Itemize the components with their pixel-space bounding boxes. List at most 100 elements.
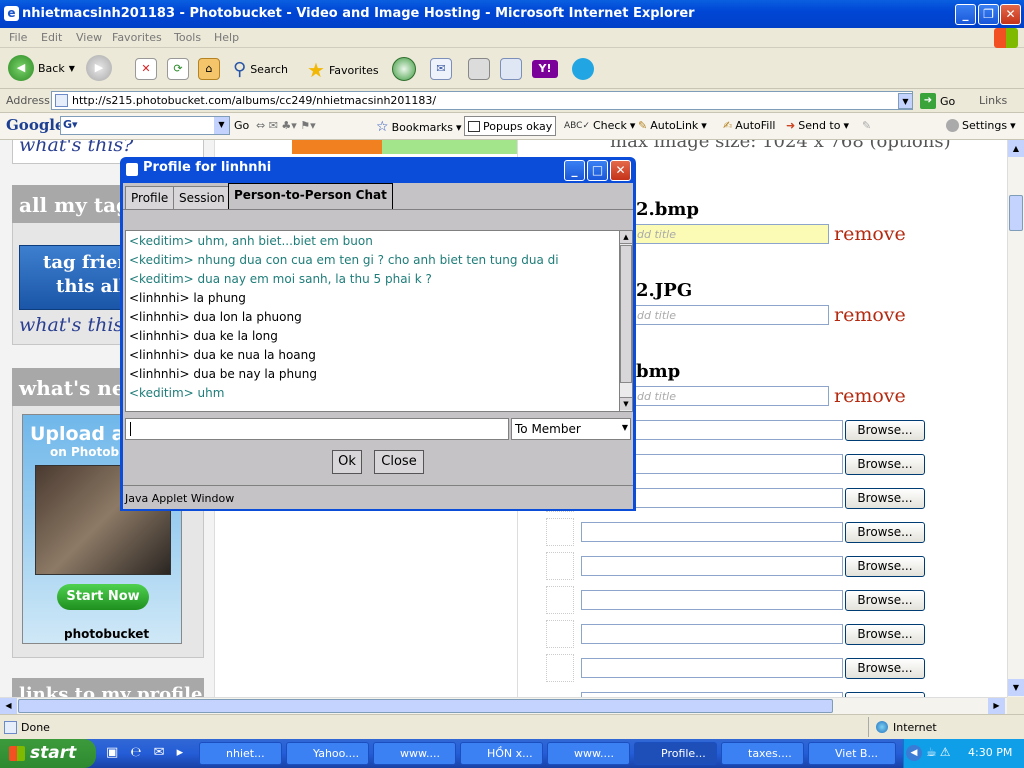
horizontal-scroll-thumb[interactable] <box>18 699 833 713</box>
browse-button[interactable]: Browse... <box>845 556 925 577</box>
file-input[interactable] <box>581 658 843 678</box>
dialog-close-button[interactable]: ✕ <box>610 160 631 181</box>
popups-button[interactable]: Popups okay <box>464 116 557 136</box>
chat-log[interactable]: <keditim> uhm, anh biet...biet em buon <… <box>125 230 621 412</box>
browse-button[interactable]: Browse... <box>845 590 925 611</box>
address-input[interactable]: http://s215.photobucket.com/albums/cc249… <box>51 91 913 110</box>
close-button[interactable]: ✕ <box>1000 4 1021 25</box>
scroll-up-button[interactable]: ▲ <box>1008 140 1024 157</box>
back-label: Back <box>38 61 65 75</box>
task-button[interactable]: HỒN x... <box>460 742 543 765</box>
sendto-button[interactable]: ➜ Send to ▾ <box>786 119 849 132</box>
menu-tools[interactable]: Tools <box>174 31 201 44</box>
task-button[interactable]: Viet B... <box>808 742 896 765</box>
task-button[interactable]: www.... <box>547 742 630 765</box>
tab-session[interactable]: Session <box>173 186 231 209</box>
tray-icons[interactable]: ☕⚠ <box>926 745 954 759</box>
ad-start-now-button[interactable]: Start Now <box>57 584 149 610</box>
tray-expand-icon[interactable]: ◀ <box>906 745 922 761</box>
page-horizontal-scrollbar[interactable]: ◀ ▶ <box>0 697 1007 714</box>
close-dialog-button[interactable]: Close <box>374 450 424 474</box>
task-button[interactable]: www.... <box>373 742 456 765</box>
go-button[interactable]: ➜ Go <box>920 93 955 109</box>
browse-button[interactable]: Browse... <box>845 420 925 441</box>
scroll-thumb[interactable] <box>1009 195 1023 231</box>
autolink-label: AutoLink <box>650 119 699 132</box>
tab-profile[interactable]: Profile <box>125 186 175 209</box>
mail-icon[interactable]: ✉ <box>430 58 452 80</box>
title-input-2[interactable]: dd title <box>632 305 829 325</box>
chat-input[interactable] <box>125 418 509 440</box>
links-label[interactable]: Links <box>979 94 1007 107</box>
check-button[interactable]: ABC✓ Check ▾ <box>564 119 635 132</box>
menu-favorites[interactable]: Favorites <box>112 31 162 44</box>
task-button-active[interactable]: Profile... <box>634 742 717 765</box>
skype-icon[interactable] <box>572 58 594 80</box>
settings-button[interactable]: Settings ▾ <box>946 119 1016 132</box>
history-icon[interactable] <box>392 57 416 81</box>
task-button[interactable]: Yahoo.... <box>286 742 369 765</box>
browse-button[interactable]: Browse... <box>845 624 925 645</box>
stop-icon[interactable]: ✕ <box>135 58 157 80</box>
browse-button[interactable]: Browse... <box>845 522 925 543</box>
file-input[interactable] <box>581 556 843 576</box>
start-button[interactable]: start <box>0 739 96 768</box>
remove-link-3[interactable]: remove <box>834 385 906 407</box>
search-button[interactable]: ⚲ Search <box>233 59 288 80</box>
back-arrow-icon: ◀ <box>8 55 34 81</box>
file-input[interactable] <box>581 590 843 610</box>
remove-link-1[interactable]: remove <box>834 223 906 245</box>
minimize-button[interactable]: _ <box>955 4 976 25</box>
browse-button[interactable]: Browse... <box>845 488 925 509</box>
forward-button[interactable]: ▶ <box>86 55 112 81</box>
file-input[interactable] <box>581 624 843 644</box>
ok-button[interactable]: Ok <box>332 450 362 474</box>
favorites-button[interactable]: ★ Favorites <box>307 58 379 82</box>
home-icon[interactable]: ⌂ <box>198 58 220 80</box>
chat-scroll-thumb[interactable] <box>620 245 632 383</box>
title-input-3[interactable]: dd title <box>632 386 829 406</box>
menu-help[interactable]: Help <box>214 31 239 44</box>
page-vertical-scrollbar[interactable]: ▲ ▼ <box>1007 140 1024 697</box>
chat-scrollbar[interactable]: ▲ ▼ <box>619 230 633 412</box>
menu-view[interactable]: View <box>76 31 102 44</box>
autofill-button[interactable]: ✍ AutoFill <box>723 119 775 132</box>
recipient-select[interactable]: To Member ▼ <box>511 418 631 440</box>
edit-icon[interactable] <box>500 58 522 80</box>
browse-button[interactable]: Browse... <box>845 658 925 679</box>
google-go-button[interactable]: Go <box>234 119 249 132</box>
google-search-input[interactable]: G▾ ▼ <box>60 116 230 135</box>
yahoo-icon[interactable]: Y! <box>532 60 558 78</box>
scroll-left-button[interactable]: ◀ <box>0 698 17 714</box>
title-input-1[interactable]: dd title <box>632 224 829 244</box>
address-dropdown-icon[interactable]: ▼ <box>898 93 913 109</box>
menu-edit[interactable]: Edit <box>41 31 62 44</box>
maximize-button[interactable]: ❐ <box>978 4 999 25</box>
task-button[interactable]: taxes.... <box>721 742 804 765</box>
google-dropdown-icon[interactable]: ▼ <box>214 117 229 134</box>
dialog-maximize-button[interactable]: □ <box>587 160 608 181</box>
tab-person-to-person-chat[interactable]: Person-to-Person Chat <box>228 183 393 210</box>
page-icon <box>55 94 68 107</box>
task-button[interactable]: nhiet... <box>199 742 282 765</box>
chat-scroll-down[interactable]: ▼ <box>620 397 632 410</box>
file-input[interactable] <box>581 522 843 542</box>
remove-link-2[interactable]: remove <box>834 304 906 326</box>
google-extra-buttons[interactable]: ⇔ ✉ ♣▾ ⚑▾ <box>256 119 316 132</box>
back-button[interactable]: ◀ Back ▼ <box>8 55 75 81</box>
browse-button[interactable]: Browse... <box>845 454 925 475</box>
dialog-minimize-button[interactable]: _ <box>564 160 585 181</box>
highlighter-icon[interactable]: ✎ <box>862 119 871 132</box>
menu-file[interactable]: File <box>9 31 27 44</box>
window-titlebar[interactable]: e nhietmacsinh201183 - Photobucket - Vid… <box>0 0 1024 28</box>
chat-scroll-up[interactable]: ▲ <box>620 231 632 244</box>
autolink-button[interactable]: ✎ AutoLink ▾ <box>638 119 707 132</box>
bookmarks-button[interactable]: ☆ Bookmarks ▾ <box>376 119 462 135</box>
whats-this-link[interactable]: what's this? <box>19 314 133 336</box>
whats-this-top-link[interactable]: what's this? <box>19 140 133 156</box>
scroll-down-button[interactable]: ▼ <box>1008 679 1024 696</box>
refresh-icon[interactable]: ⟳ <box>167 58 189 80</box>
quicklaunch-icons[interactable]: ▣ ℮ ✉ ▸ <box>106 745 187 760</box>
print-icon[interactable] <box>468 58 490 80</box>
scroll-right-button[interactable]: ▶ <box>988 698 1005 714</box>
